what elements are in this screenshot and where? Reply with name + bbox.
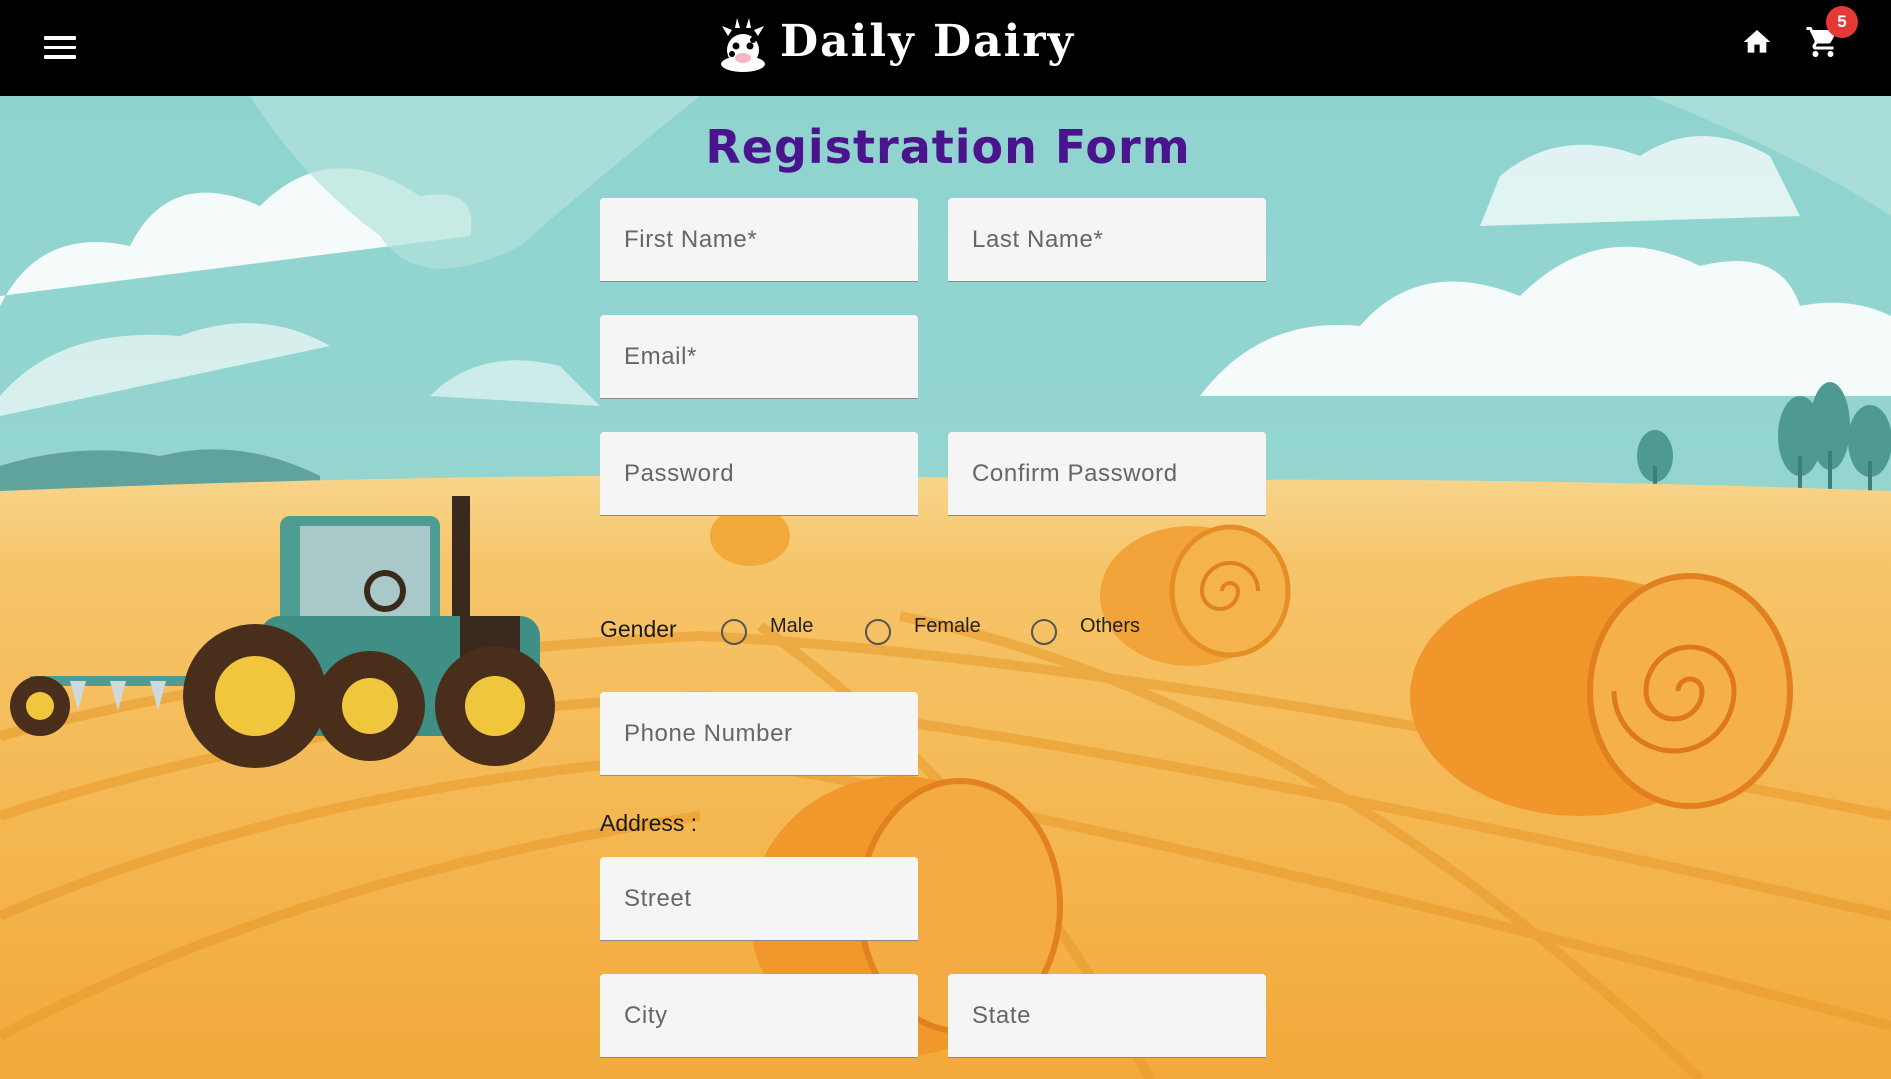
hamburger-menu-button[interactable] (44, 36, 76, 60)
first-name-field (600, 198, 918, 282)
password-field (600, 432, 918, 516)
brand[interactable]: Daily Dairy (718, 10, 1075, 74)
gender-radio-others[interactable] (1031, 619, 1057, 645)
last-name-field (948, 198, 1266, 282)
gender-radio-male[interactable] (721, 619, 747, 645)
state-field (948, 974, 1266, 1058)
confirm-password-input[interactable] (948, 432, 1266, 515)
gender-option-male-label[interactable]: Male (770, 615, 813, 638)
top-app-bar: Daily Dairy 5 (0, 0, 1891, 96)
home-icon[interactable] (1740, 26, 1774, 58)
gender-option-others-label[interactable]: Others (1080, 615, 1140, 638)
city-field (600, 974, 918, 1058)
gender-label: Gender (600, 616, 677, 642)
gender-option-female-label[interactable]: Female (914, 615, 981, 638)
cart-count-badge: 5 (1826, 6, 1858, 38)
farm-background-illustration (0, 96, 1891, 1079)
brand-name: Daily Dairy (780, 16, 1076, 67)
page-title: Registration Form (705, 120, 1191, 174)
phone-number-input[interactable] (600, 692, 918, 775)
street-input[interactable] (600, 857, 918, 940)
cow-logo-icon (721, 18, 765, 72)
phone-number-field (600, 692, 918, 776)
street-field (600, 857, 918, 941)
first-name-input[interactable] (600, 198, 918, 281)
address-label: Address : (600, 810, 698, 836)
email-field (600, 315, 918, 399)
email-input[interactable] (600, 315, 918, 398)
gender-radio-female[interactable] (865, 619, 891, 645)
state-input[interactable] (948, 974, 1266, 1057)
password-input[interactable] (600, 432, 918, 515)
confirm-password-field (948, 432, 1266, 516)
city-input[interactable] (600, 974, 918, 1057)
last-name-input[interactable] (948, 198, 1266, 281)
